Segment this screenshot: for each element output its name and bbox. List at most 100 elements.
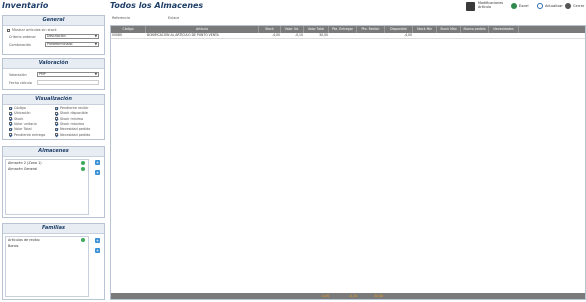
table-cell: -0,10: [294, 33, 303, 37]
checkbox-icon[interactable]: [9, 106, 12, 110]
calc-date-input[interactable]: [37, 80, 99, 85]
column-header[interactable]: Pte. Recibir: [357, 26, 385, 33]
column-header[interactable]: Artículo: [146, 26, 259, 33]
column-header[interactable]: Disponible: [385, 26, 413, 33]
excel-icon: [511, 3, 517, 9]
families-panel: Familias Artículos de recibo Bonos + +: [2, 223, 105, 300]
filter-link: Enlace: [168, 16, 180, 20]
checkbox-icon[interactable]: [9, 122, 12, 126]
display-option[interactable]: Stock: [9, 117, 23, 121]
display-option-label: Stock: [14, 116, 24, 121]
valuation-method-label: Valoración: [9, 73, 27, 77]
criteria-label: Criterio ordenar: [9, 35, 36, 39]
display-option-label: Código: [14, 106, 26, 110]
table-cell: [437, 33, 461, 38]
display-option-label: Necesidad pedido: [60, 132, 91, 137]
grid-header: Código Artículo Stock Valor Ud. Valor Total P…: [111, 26, 585, 33]
checkbox-icon[interactable]: [7, 28, 10, 32]
check-icon: [81, 167, 85, 171]
table-cell: BONIFICACIÓN AL ARTÍCULO DE PUNTO VENTA: [147, 33, 219, 37]
checkbox-icon[interactable]: [55, 106, 58, 110]
display-panel: Visualización Código Ubicación Stock Valor …: [2, 94, 105, 140]
checkbox-icon[interactable]: [55, 122, 58, 126]
display-option-label: Stock disponible: [60, 111, 88, 116]
page-title: Todos los Almacenes: [110, 1, 204, 10]
remove-family-button[interactable]: +: [95, 248, 100, 253]
table-cell: -4,00: [403, 33, 412, 37]
table-cell: [357, 33, 385, 38]
close-button[interactable]: Cerrar: [565, 3, 584, 9]
family-item[interactable]: Artículos de recibo: [8, 238, 40, 242]
remove-warehouse-button[interactable]: +: [95, 170, 100, 175]
display-option[interactable]: Código: [9, 106, 26, 110]
display-option-label: Stock mínimo: [60, 116, 84, 121]
valuation-panel: Valoración Valoración PMP ▼ Fecha cálculo: [2, 58, 105, 90]
display-option-label: Necesidad pedido: [60, 127, 91, 132]
warehouse-list: Almacén 2 (Zona 1) Almacén General: [5, 159, 89, 215]
display-option-label: Valor Total: [14, 127, 32, 132]
family-item[interactable]: Bonos: [8, 244, 18, 248]
display-option[interactable]: Valor unitario: [9, 122, 37, 126]
display-option[interactable]: Pendiente entrega: [9, 133, 45, 137]
column-header[interactable]: Código: [111, 26, 146, 33]
checkbox-icon[interactable]: [9, 133, 12, 136]
refresh-button[interactable]: Actualizar: [537, 3, 563, 9]
close-icon: [565, 3, 571, 9]
display-option[interactable]: Necesidad pedido: [55, 127, 90, 131]
excel-button[interactable]: Excel: [511, 3, 529, 9]
column-header[interactable]: Valor Total: [304, 26, 329, 33]
display-option[interactable]: Necesidad pedido: [55, 133, 90, 137]
checkbox-icon[interactable]: [55, 117, 58, 121]
display-option[interactable]: Valor Total: [9, 127, 32, 131]
combine-select[interactable]: Predeterminado ▼: [45, 42, 99, 47]
display-option[interactable]: Stock mínimo: [55, 117, 83, 121]
table-row[interactable]: 00080 BONIFICACIÓN AL ARTÍCULO DE PUNTO V…: [111, 33, 585, 39]
table-cell: [329, 33, 357, 38]
checkbox-icon[interactable]: [9, 117, 12, 121]
families-title: Familias: [3, 224, 104, 234]
display-option-label: Stock máximo: [60, 121, 85, 126]
display-option[interactable]: Stock disponible: [55, 111, 88, 115]
table-cell: 00080: [112, 33, 122, 37]
display-option[interactable]: Stock máximo: [55, 122, 84, 126]
checkbox-icon[interactable]: [55, 133, 58, 136]
table-cell: 30,00: [319, 33, 328, 37]
column-header[interactable]: Pte. Entregar: [329, 26, 357, 33]
display-option[interactable]: Pendiente recibir: [55, 106, 89, 110]
general-title: General: [3, 16, 104, 26]
warehouses-panel: Almacenes Almacén 2 (Zona 1) Almacén Gen…: [2, 146, 105, 218]
family-list: Artículos de recibo Bonos: [5, 236, 89, 297]
column-header[interactable]: Stock: [259, 26, 281, 33]
checkbox-icon[interactable]: [9, 127, 12, 131]
checkbox-icon[interactable]: [55, 111, 58, 115]
display-option[interactable]: Ubicación: [9, 111, 31, 115]
footer-unit-total: -0,10: [349, 294, 358, 298]
display-option-label: Valor unitario: [14, 121, 37, 126]
refresh-label: Actualizar: [545, 4, 563, 8]
column-header[interactable]: Valor Ud.: [281, 26, 304, 33]
display-option-label: Pendiente recibir: [60, 106, 89, 110]
stock-modifications-label: Modificaciones Artículo: [478, 1, 504, 10]
inventory-grid: Código Artículo Stock Valor Ud. Valor Total P…: [110, 25, 586, 300]
column-header[interactable]: Stock Máx: [437, 26, 461, 33]
table-cell: -4,00: [271, 33, 280, 37]
valuation-method-select[interactable]: PMP ▼: [37, 72, 99, 77]
checkbox-icon[interactable]: [55, 127, 58, 131]
add-family-button[interactable]: +: [95, 238, 100, 243]
column-header[interactable]: Necesidades: [489, 26, 519, 33]
criteria-select[interactable]: Descripción ▼: [45, 34, 99, 39]
show-no-stock-option[interactable]: Mostrar artículos sin stock: [7, 28, 57, 32]
warehouse-item[interactable]: Almacén 2 (Zona 1): [8, 161, 42, 165]
check-icon: [81, 161, 85, 165]
add-warehouse-button[interactable]: +: [95, 160, 100, 165]
close-label: Cerrar: [573, 4, 585, 8]
column-header[interactable]: Nuevo pedido: [461, 26, 489, 33]
stock-modifications-button[interactable]: Modificaciones Artículo: [466, 1, 504, 11]
valuation-title: Valoración: [3, 59, 104, 69]
table-cell: [461, 33, 489, 38]
column-header[interactable]: Stock Mín: [413, 26, 437, 33]
calc-date-label: Fecha cálculo: [9, 81, 32, 85]
checkbox-icon[interactable]: [9, 111, 12, 115]
filter-reference: Referencia: [112, 16, 131, 20]
warehouse-item[interactable]: Almacén General: [8, 167, 37, 171]
